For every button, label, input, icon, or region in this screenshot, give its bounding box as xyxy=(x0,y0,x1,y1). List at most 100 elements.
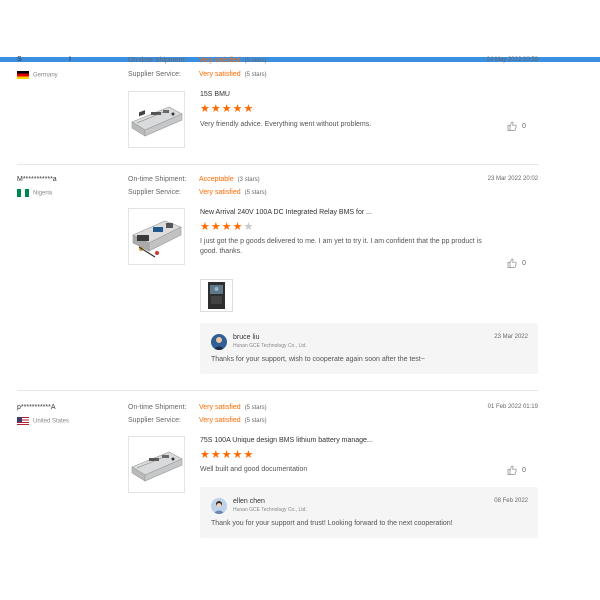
rating-stars: ★★★★★ xyxy=(200,104,254,115)
nigeria-flag-icon xyxy=(17,189,29,197)
seller-reply: bruce liu Hunan GCE Technology Co., Ltd.… xyxy=(200,323,538,374)
supplier-service-value: Very satisfied xyxy=(199,417,241,424)
like-count: 0 xyxy=(522,122,526,130)
reply-author-name: ellen chen xyxy=(233,498,265,505)
star-icon: ★ xyxy=(243,449,255,461)
star-icon: ★ xyxy=(221,449,233,461)
product-thumbnail[interactable] xyxy=(128,208,185,265)
review-comment: I just got the p goods delivered to me. … xyxy=(200,238,482,255)
review-item: M***********a Nigeria On-time Shipment: … xyxy=(17,176,538,376)
product-thumbnail[interactable] xyxy=(128,91,185,148)
review-date: 23 Mar 2022 20:02 xyxy=(487,176,538,182)
like-button[interactable]: 0 xyxy=(507,465,526,475)
bms-board-image xyxy=(131,106,183,137)
country-label: United States xyxy=(33,418,70,425)
star-empty-icon: ★ xyxy=(243,221,255,233)
star-icon: ★ xyxy=(200,221,211,233)
on-time-shipment-row: On-time Shipment: Very satisfied (5 stars… xyxy=(128,404,267,411)
buyer-name-tail: I xyxy=(69,56,71,63)
star-icon: ★ xyxy=(200,103,211,115)
country-label: Germany xyxy=(33,72,58,79)
reply-text: Thank you for your support and trust! Lo… xyxy=(211,520,453,527)
reply-author-name: bruce liu xyxy=(233,334,260,341)
supplier-service-stars-text: (5 stars) xyxy=(244,72,267,78)
supplier-service-value: Very satisfied xyxy=(199,189,241,196)
relay-bms-image xyxy=(132,220,182,258)
bms-board-image xyxy=(131,451,183,482)
user-avatar-icon xyxy=(211,498,227,514)
buyer-country: United States xyxy=(17,417,69,425)
on-time-value: Very satisfied xyxy=(199,57,241,64)
like-count: 0 xyxy=(522,259,526,267)
supplier-service-label: Supplier Service: xyxy=(128,71,181,78)
reply-company: Hunan GCE Technology Co., Ltd. xyxy=(233,507,307,513)
product-title[interactable]: 15S BMU xyxy=(200,91,230,98)
on-time-stars-text: (5 stars) xyxy=(244,405,267,411)
united-states-flag-icon xyxy=(17,417,29,425)
reply-text: Thanks for your support, wish to coopera… xyxy=(211,356,425,363)
star-icon: ★ xyxy=(221,221,233,233)
star-icon: ★ xyxy=(232,103,244,115)
reply-company: Hunan GCE Technology Co., Ltd. xyxy=(233,343,307,349)
buyer-name: M***********a xyxy=(17,176,57,183)
rating-stars: ★★★★★ xyxy=(200,450,254,461)
review-date: 24 May 2022 20:58 xyxy=(486,57,538,63)
rating-stars: ★★★★★ xyxy=(200,222,254,233)
on-time-shipment-row: On-time Shipment: Acceptable (3 stars) xyxy=(128,176,260,183)
user-avatar-icon xyxy=(211,334,227,350)
on-time-label: On-time Shipment: xyxy=(128,404,187,411)
on-time-stars-text: (5 stars) xyxy=(244,58,267,64)
star-icon: ★ xyxy=(210,449,222,461)
on-time-value: Acceptable xyxy=(199,176,234,183)
on-time-shipment-row: On-time Shipment: Very satisfied (5 stars… xyxy=(128,57,267,64)
like-count: 0 xyxy=(522,466,526,474)
review-comment: Very friendly advice. Everything went wi… xyxy=(200,121,372,128)
review-date: 01 Feb 2022 01:19 xyxy=(487,404,538,410)
review-divider xyxy=(17,164,538,165)
review-photo[interactable] xyxy=(200,279,233,312)
buyer-country: Germany xyxy=(17,71,58,79)
on-time-label: On-time Shipment: xyxy=(128,176,187,183)
country-label: Nigeria xyxy=(33,190,53,197)
supplier-service-stars-text: (5 stars) xyxy=(244,190,267,196)
on-time-label: On-time Shipment: xyxy=(128,57,187,64)
star-icon: ★ xyxy=(221,103,233,115)
seller-reply: ellen chen Hunan GCE Technology Co., Ltd… xyxy=(200,487,538,538)
on-time-value: Very satisfied xyxy=(199,404,241,411)
supplier-service-row: Supplier Service: Very satisfied (5 stars… xyxy=(128,71,267,78)
buyer-name: S xyxy=(17,56,22,63)
supplier-service-label: Supplier Service: xyxy=(128,417,181,424)
supplier-service-row: Supplier Service: Very satisfied (5 stars… xyxy=(128,189,267,196)
reply-date: 08 Feb 2022 xyxy=(494,498,528,504)
star-icon: ★ xyxy=(200,449,211,461)
supplier-service-stars-text: (5 stars) xyxy=(244,418,267,424)
review-divider xyxy=(17,390,538,391)
avatar xyxy=(211,498,227,514)
review-item: p***********A United States On-time Ship… xyxy=(17,402,538,542)
like-button[interactable]: 0 xyxy=(507,258,526,268)
on-time-stars-text: (3 stars) xyxy=(237,177,260,183)
supplier-service-row: Supplier Service: Very satisfied (5 stars… xyxy=(128,417,267,424)
supplier-service-value: Very satisfied xyxy=(199,71,241,78)
thumbs-up-icon xyxy=(507,121,517,131)
thumbs-up-icon xyxy=(507,465,517,475)
star-icon: ★ xyxy=(232,221,244,233)
star-icon: ★ xyxy=(232,449,244,461)
product-thumbnail[interactable] xyxy=(128,436,185,493)
buyer-country: Nigeria xyxy=(17,189,52,197)
star-icon: ★ xyxy=(210,221,222,233)
product-title[interactable]: 75S 100A Unique design BMS lithium batte… xyxy=(200,437,373,444)
product-title[interactable]: New Arrival 240V 100A DC Integrated Rela… xyxy=(200,209,372,216)
germany-flag-icon xyxy=(17,71,29,79)
avatar xyxy=(211,334,227,350)
buyer-name: p***********A xyxy=(17,404,56,411)
star-icon: ★ xyxy=(210,103,222,115)
thumbs-up-icon xyxy=(507,258,517,268)
reply-date: 23 Mar 2022 xyxy=(494,334,528,340)
star-icon: ★ xyxy=(243,103,255,115)
like-button[interactable]: 0 xyxy=(507,121,526,131)
review-comment: Well built and good documentation xyxy=(200,466,308,473)
review-item: S I Germany On-time Shipment: Very satis… xyxy=(17,52,538,148)
supplier-service-label: Supplier Service: xyxy=(128,189,181,196)
review-photo-image xyxy=(208,282,225,309)
